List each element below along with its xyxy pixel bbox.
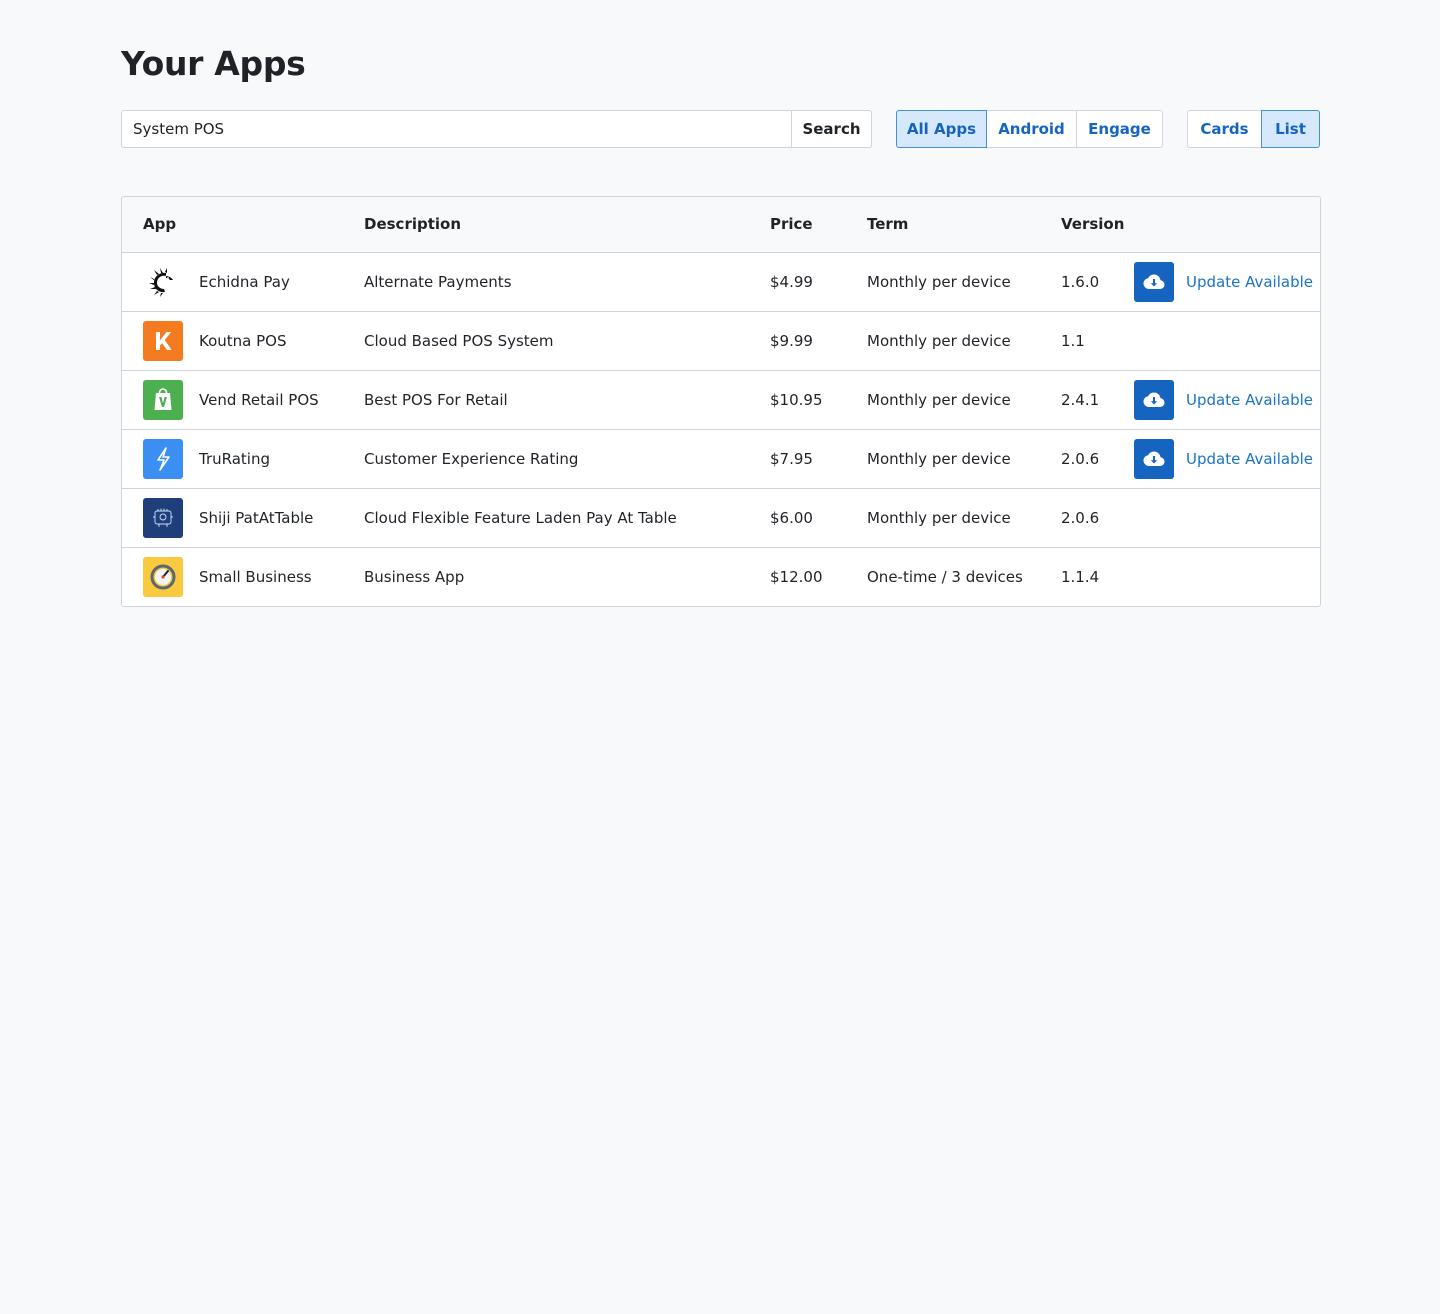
table-row[interactable]: Vend Retail POS Best POS For Retail $10.… [122, 370, 1320, 429]
table-row[interactable]: Echidna Pay Alternate Payments $4.99 Mon… [122, 252, 1320, 311]
update-action: Update Available [1134, 261, 1320, 302]
app-price: $9.99 [770, 331, 813, 350]
update-available-link[interactable]: Update Available [1186, 391, 1313, 409]
app-term: Monthly per device [867, 449, 1011, 468]
cloud-download-icon[interactable] [1134, 261, 1174, 302]
app-version: 1.1 [1061, 331, 1085, 350]
header-term[interactable]: Term [867, 197, 1061, 253]
cloud-download-icon[interactable] [1134, 438, 1174, 479]
header-description[interactable]: Description [364, 197, 770, 253]
no-action [1134, 311, 1320, 370]
update-available-link[interactable]: Update Available [1186, 273, 1313, 291]
app-price: $12.00 [770, 567, 823, 586]
view-segmented-control: Cards List [1187, 110, 1320, 148]
filter-android-button[interactable]: Android [986, 110, 1077, 148]
filter-all-apps-button[interactable]: All Apps [896, 110, 987, 148]
app-term: One-time / 3 devices [867, 567, 1023, 586]
view-list-button[interactable]: List [1261, 110, 1320, 148]
app-description: Best POS For Retail [364, 390, 508, 409]
update-action: Update Available [1134, 379, 1320, 420]
app-description: Business App [364, 567, 465, 586]
header-actions [1134, 197, 1320, 253]
koutna-k-icon [143, 320, 183, 361]
app-name[interactable]: Koutna POS [199, 332, 287, 350]
gauge-icon [143, 556, 183, 597]
app-description: Alternate Payments [364, 272, 512, 291]
table-row[interactable]: Small Business Business App $12.00 One-t… [122, 547, 1320, 606]
search-input[interactable] [121, 110, 791, 148]
app-description: Cloud Flexible Feature Laden Pay At Tabl… [364, 508, 677, 527]
app-price: $6.00 [770, 508, 813, 527]
app-term: Monthly per device [867, 508, 1011, 527]
lightning-bolt-icon [143, 438, 183, 479]
app-name[interactable]: Shiji PatAtTable [199, 509, 313, 527]
apps-table-card: App Description Price Term Version Echid… [121, 196, 1321, 607]
cloud-download-icon[interactable] [1134, 379, 1174, 420]
app-name[interactable]: Vend Retail POS [199, 391, 319, 409]
app-term: Monthly per device [867, 331, 1011, 350]
app-name[interactable]: Echidna Pay [199, 273, 290, 291]
echidna-icon [143, 261, 183, 302]
app-price: $7.95 [770, 449, 813, 468]
shiji-table-icon [143, 497, 183, 538]
table-row[interactable]: TruRating Customer Experience Rating $7.… [122, 429, 1320, 488]
app-version: 2.0.6 [1061, 449, 1100, 468]
app-name[interactable]: Small Business [199, 568, 312, 586]
app-price: $4.99 [770, 272, 813, 291]
apps-table: App Description Price Term Version Echid… [122, 197, 1320, 606]
search-bar: Search [121, 110, 872, 148]
header-app[interactable]: App [122, 197, 364, 253]
vend-bag-icon [143, 379, 183, 420]
app-version: 1.1.4 [1061, 567, 1100, 586]
table-header-row: App Description Price Term Version [122, 197, 1320, 253]
no-action [1134, 488, 1320, 547]
update-available-link[interactable]: Update Available [1186, 450, 1313, 468]
update-action: Update Available [1134, 438, 1320, 479]
table-row[interactable]: Koutna POS Cloud Based POS System $9.99 … [122, 311, 1320, 370]
filter-segmented-control: All Apps Android Engage [896, 110, 1163, 148]
app-version: 2.0.6 [1061, 508, 1100, 527]
app-price: $10.95 [770, 390, 823, 409]
header-version[interactable]: Version [1061, 197, 1134, 253]
app-term: Monthly per device [867, 272, 1011, 291]
table-row[interactable]: Shiji PatAtTable Cloud Flexible Feature … [122, 488, 1320, 547]
header-price[interactable]: Price [770, 197, 867, 253]
page-title: Your Apps [121, 44, 306, 83]
no-action [1134, 547, 1320, 606]
app-description: Cloud Based POS System [364, 331, 554, 350]
app-name[interactable]: TruRating [199, 450, 270, 468]
app-version: 1.6.0 [1061, 272, 1100, 291]
app-description: Customer Experience Rating [364, 449, 579, 468]
app-version: 2.4.1 [1061, 390, 1100, 409]
app-term: Monthly per device [867, 390, 1011, 409]
view-cards-button[interactable]: Cards [1187, 110, 1262, 148]
filter-engage-button[interactable]: Engage [1076, 110, 1163, 148]
search-button[interactable]: Search [791, 110, 872, 148]
toolbar: Search All Apps Android Engage Cards Lis… [121, 110, 1320, 148]
